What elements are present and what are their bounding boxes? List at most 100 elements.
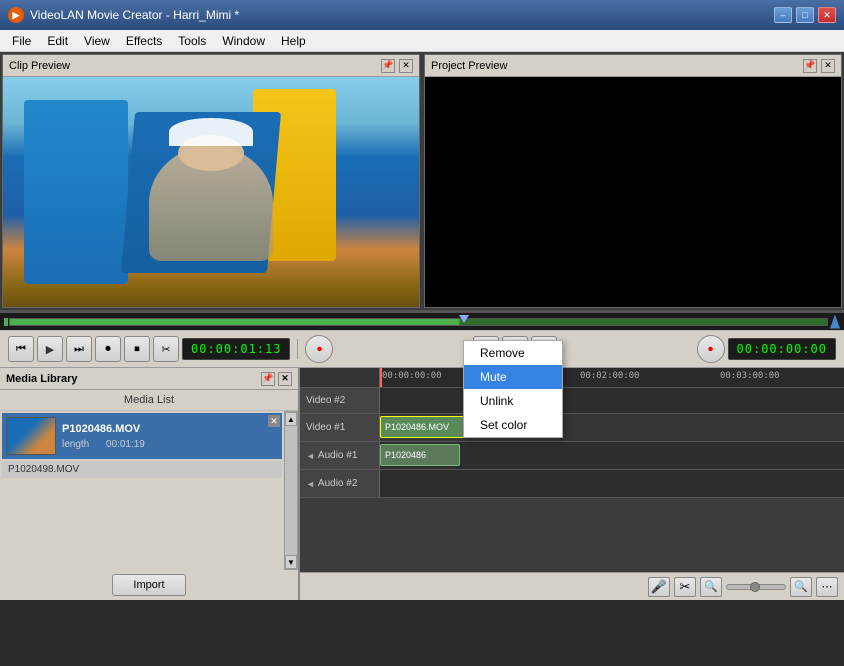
transport-area: ⏮ ▶ ⏭ ⏺ ⏹ ✂ 00:00:01:13 ⏺ ⏮ ▶ ⏭ ⏺ 00:00:… bbox=[0, 330, 844, 368]
record-button[interactable]: ⏺ bbox=[95, 336, 121, 362]
media-item-1[interactable]: P1020486.MOV length 00:01:19 ✕ bbox=[2, 413, 282, 459]
stop-button[interactable]: ⏹ bbox=[124, 336, 150, 362]
record-button-right[interactable]: ⏺ bbox=[305, 335, 333, 363]
seek-bar-start bbox=[4, 318, 8, 326]
project-preview-panel: Project Preview 📌 ✕ bbox=[424, 54, 842, 308]
skip-back-button[interactable]: ⏮ bbox=[8, 336, 34, 362]
track-audio2: ◄ Audio #2 bbox=[300, 470, 844, 498]
menu-view[interactable]: View bbox=[76, 32, 118, 50]
project-preview-pin[interactable]: 📌 bbox=[803, 59, 817, 73]
media-length-row-1: length 00:01:19 bbox=[62, 439, 278, 450]
ruler-mark-0: 00:00:00:00 bbox=[382, 371, 442, 381]
clip-timecode: 00:00:01:13 bbox=[182, 338, 290, 360]
clip-preview-close[interactable]: ✕ bbox=[399, 59, 413, 73]
track-content-audio2[interactable] bbox=[380, 470, 844, 497]
audio1-expand[interactable]: ◄ bbox=[306, 451, 315, 461]
track-label-audio1: ◄ Audio #1 bbox=[300, 442, 380, 469]
scissors-button[interactable]: ✂ bbox=[674, 577, 696, 597]
zoom-slider-thumb[interactable] bbox=[750, 582, 760, 592]
scroll-up-btn[interactable]: ▲ bbox=[285, 412, 297, 426]
project-preview-header: Project Preview 📌 ✕ bbox=[425, 55, 841, 77]
ruler-mark-3: 00:03:00:00 bbox=[720, 371, 780, 381]
menu-tools[interactable]: Tools bbox=[170, 32, 214, 50]
project-preview-content bbox=[425, 77, 841, 307]
media-item-close-1[interactable]: ✕ bbox=[268, 415, 280, 427]
audio2-expand[interactable]: ◄ bbox=[306, 479, 315, 489]
media-library: Media Library 📌 ✕ Media List P1020486.MO… bbox=[0, 368, 300, 600]
main-area: Clip Preview 📌 ✕ Project Previe bbox=[0, 52, 844, 312]
media-info-1: P1020486.MOV length 00:01:19 bbox=[62, 423, 278, 450]
close-button[interactable]: ✕ bbox=[818, 7, 836, 23]
play-button-left[interactable]: ▶ bbox=[37, 336, 63, 362]
scroll-down-btn[interactable]: ▼ bbox=[285, 555, 297, 569]
media-list: P1020486.MOV length 00:01:19 ✕ P1020498.… bbox=[0, 411, 284, 570]
timeline-ruler: 00:00:00:00 00:01: 00:02:00:00 00:03:00:… bbox=[300, 368, 844, 388]
ruler-mark-2: 00:02:00:00 bbox=[580, 371, 640, 381]
window-title: VideoLAN Movie Creator - Harri_Mimi * bbox=[30, 8, 774, 22]
context-menu: Remove Mute Unlink Set color bbox=[463, 340, 563, 438]
ruler-ticks: 00:00:00:00 00:01: 00:02:00:00 00:03:00:… bbox=[380, 368, 844, 387]
track-label-audio2: ◄ Audio #2 bbox=[300, 470, 380, 497]
menu-bar: File Edit View Effects Tools Window Help bbox=[0, 30, 844, 52]
ctx-mute[interactable]: Mute bbox=[464, 365, 562, 389]
clip-preview-content bbox=[3, 77, 419, 307]
clip-preview-title: Clip Preview bbox=[9, 60, 70, 72]
track-video2: Video #2 bbox=[300, 388, 844, 414]
media-filename-1: P1020486.MOV bbox=[62, 423, 278, 435]
project-preview-controls: 📌 ✕ bbox=[803, 59, 835, 73]
menu-window[interactable]: Window bbox=[214, 32, 273, 50]
media-library-header: Media Library 📌 ✕ bbox=[0, 368, 298, 390]
clip-audio-p1020486[interactable]: P1020486 bbox=[380, 444, 460, 466]
ctx-unlink[interactable]: Unlink bbox=[464, 389, 562, 413]
proj-record-button[interactable]: ⏺ bbox=[697, 335, 725, 363]
ctx-set-color[interactable]: Set color bbox=[464, 413, 562, 437]
scroll-track[interactable] bbox=[285, 426, 297, 555]
project-preview-close[interactable]: ✕ bbox=[821, 59, 835, 73]
menu-help[interactable]: Help bbox=[273, 32, 314, 50]
seek-end-marker bbox=[830, 315, 840, 329]
app-icon: ▶ bbox=[8, 7, 24, 23]
menu-file[interactable]: File bbox=[4, 32, 39, 50]
seek-bar[interactable] bbox=[0, 312, 844, 330]
seek-bar-track[interactable] bbox=[9, 318, 828, 326]
zoom-slider[interactable] bbox=[726, 584, 786, 590]
zoom-out-button[interactable]: 🔍 bbox=[700, 577, 722, 597]
track-video1: Video #1 P1020486.MOV bbox=[300, 414, 844, 442]
maximize-button[interactable]: □ bbox=[796, 7, 814, 23]
title-bar: ▶ VideoLAN Movie Creator - Harri_Mimi * … bbox=[0, 0, 844, 30]
clip-preview-pin[interactable]: 📌 bbox=[381, 59, 395, 73]
media-list-container: P1020486.MOV length 00:01:19 ✕ P1020498.… bbox=[0, 411, 298, 570]
ctx-remove[interactable]: Remove bbox=[464, 341, 562, 365]
media-length-value-1: 00:01:19 bbox=[106, 439, 145, 450]
project-timecode: 00:00:00:00 bbox=[728, 338, 836, 360]
more-button[interactable]: ⋯ bbox=[816, 577, 838, 597]
track-content-video1[interactable]: P1020486.MOV bbox=[380, 414, 844, 441]
ruler-spacer bbox=[300, 368, 380, 387]
import-button[interactable]: Import bbox=[112, 574, 185, 596]
menu-effects[interactable]: Effects bbox=[118, 32, 170, 50]
mic-button[interactable]: 🎤 bbox=[648, 577, 670, 597]
timeline-bottom: 🎤 ✂ 🔍 🔍 ⋯ bbox=[300, 572, 844, 600]
track-label-video1: Video #1 bbox=[300, 414, 380, 441]
media-list-label: Media List bbox=[0, 390, 298, 411]
timeline-spacer bbox=[300, 498, 844, 572]
track-audio1: ◄ Audio #1 P1020486 bbox=[300, 442, 844, 470]
media-item-2[interactable]: P1020498.MOV bbox=[2, 461, 282, 478]
minimize-button[interactable]: – bbox=[774, 7, 792, 23]
track-content-video2[interactable] bbox=[380, 388, 844, 413]
zoom-in-button[interactable]: 🔍 bbox=[790, 577, 812, 597]
project-preview-title: Project Preview bbox=[431, 60, 507, 72]
media-library-pin[interactable]: 📌 bbox=[261, 372, 275, 386]
bottom-area: Media Library 📌 ✕ Media List P1020486.MO… bbox=[0, 368, 844, 600]
media-library-close[interactable]: ✕ bbox=[278, 372, 292, 386]
clip-preview-panel: Clip Preview 📌 ✕ bbox=[2, 54, 420, 308]
skip-forward-button[interactable]: ⏭ bbox=[66, 336, 92, 362]
transport-sep bbox=[297, 339, 298, 359]
media-filename-2: P1020498.MOV bbox=[8, 464, 79, 475]
media-library-controls: 📌 ✕ bbox=[261, 372, 292, 386]
cut-button[interactable]: ✂ bbox=[153, 336, 179, 362]
track-content-audio1[interactable]: P1020486 bbox=[380, 442, 844, 469]
menu-edit[interactable]: Edit bbox=[39, 32, 76, 50]
seek-playhead bbox=[459, 315, 469, 323]
media-thumb-1 bbox=[6, 417, 56, 455]
